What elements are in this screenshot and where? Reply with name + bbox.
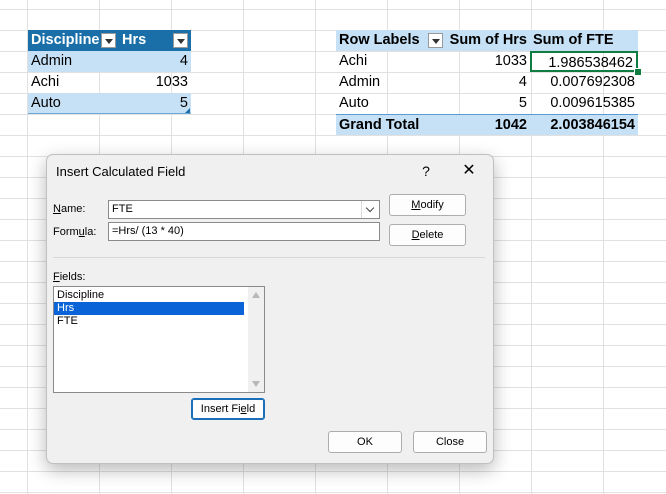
table-cell[interactable]: Auto bbox=[28, 93, 119, 114]
pivot-grand-total-hrs[interactable]: 1042 bbox=[446, 114, 530, 135]
pivot-cell[interactable]: 0.009615385 bbox=[530, 93, 638, 114]
table-header-hrs[interactable]: Hrs bbox=[119, 30, 191, 51]
name-label: Name: bbox=[53, 203, 85, 215]
formula-label-text: la: bbox=[84, 226, 97, 238]
formula-label: Formula: bbox=[53, 226, 96, 238]
fields-label-text: ields: bbox=[59, 271, 86, 283]
name-label-accel: N bbox=[53, 203, 61, 215]
name-label-text: ame: bbox=[60, 203, 86, 215]
modify-label: odify bbox=[420, 199, 444, 211]
table-cell[interactable]: Achi bbox=[28, 72, 119, 93]
close-button[interactable]: Close bbox=[413, 431, 487, 453]
pivot-row-label[interactable]: Auto bbox=[336, 93, 446, 114]
fields-label-accel: F bbox=[53, 271, 60, 283]
insert-field-label: ld bbox=[246, 403, 256, 415]
table-resize-handle[interactable] bbox=[185, 108, 190, 113]
list-item-fte[interactable]: FTE bbox=[54, 315, 244, 328]
table-cell[interactable]: 1033 bbox=[119, 72, 191, 93]
pivot-cell[interactable]: 4 bbox=[446, 72, 530, 93]
ok-button[interactable]: OK bbox=[328, 431, 402, 453]
help-button[interactable]: ? bbox=[415, 160, 437, 182]
chevron-down-icon[interactable] bbox=[361, 201, 379, 218]
table-header-label: Discipline bbox=[31, 32, 100, 48]
list-item-discipline[interactable]: Discipline bbox=[54, 289, 244, 302]
pivot-cell[interactable]: 5 bbox=[446, 93, 530, 114]
delete-button[interactable]: Delete bbox=[389, 224, 466, 246]
table-cell[interactable]: Admin bbox=[28, 51, 119, 72]
fields-label: Fields: bbox=[53, 271, 85, 283]
pivot-header-row-labels[interactable]: Row Labels bbox=[336, 30, 446, 51]
table-cell[interactable]: 5 bbox=[119, 93, 191, 114]
fields-listbox[interactable]: Discipline Hrs FTE bbox=[53, 286, 265, 393]
filter-dropdown-icon[interactable] bbox=[173, 33, 188, 48]
pivot-header-label: Row Labels bbox=[339, 32, 420, 48]
table-cell[interactable]: 4 bbox=[119, 51, 191, 72]
pivot-cell[interactable]: 0.007692308 bbox=[530, 72, 638, 93]
formula-input[interactable]: =Hrs/ (13 * 40) bbox=[108, 222, 380, 241]
pivot-row-label[interactable]: Admin bbox=[336, 72, 446, 93]
scroll-down-icon[interactable] bbox=[252, 381, 260, 387]
pivot-header-sum-hrs[interactable]: Sum of Hrs bbox=[446, 30, 530, 51]
delete-accel: D bbox=[411, 229, 420, 241]
pivot-cell-selected[interactable]: 1.986538462 bbox=[530, 51, 638, 72]
filter-dropdown-icon[interactable] bbox=[428, 33, 443, 48]
table-header-discipline[interactable]: Discipline bbox=[28, 30, 119, 51]
delete-label: elete bbox=[419, 229, 444, 241]
pivot-cell[interactable]: 1033 bbox=[446, 51, 530, 72]
insert-field-button[interactable]: Insert Field bbox=[191, 398, 265, 420]
pivot-grand-total-fte[interactable]: 2.003846154 bbox=[530, 114, 638, 135]
insert-field-label: Insert Fi bbox=[200, 403, 241, 415]
pivot-grand-total-label[interactable]: Grand Total bbox=[336, 114, 446, 135]
scroll-up-icon[interactable] bbox=[252, 292, 260, 298]
table-header-label: Hrs bbox=[122, 32, 147, 48]
close-icon[interactable]: ✕ bbox=[456, 160, 482, 182]
insert-calculated-field-dialog: Insert Calculated Field ? ✕ Name: FTE Fo… bbox=[46, 154, 494, 464]
divider bbox=[53, 257, 485, 258]
filter-dropdown-icon[interactable] bbox=[101, 33, 116, 48]
name-combobox[interactable]: FTE bbox=[108, 200, 380, 219]
formula-label-text: Form bbox=[53, 226, 79, 238]
pivot-header-sum-fte[interactable]: Sum of FTE bbox=[530, 30, 638, 51]
dialog-title: Insert Calculated Field bbox=[56, 164, 186, 179]
pivot-row-label[interactable]: Achi bbox=[336, 51, 446, 72]
scrollbar[interactable] bbox=[248, 287, 264, 392]
modify-button[interactable]: Modify bbox=[389, 194, 466, 216]
name-input[interactable]: FTE bbox=[112, 203, 133, 215]
list-item-hrs[interactable]: Hrs bbox=[54, 302, 244, 315]
